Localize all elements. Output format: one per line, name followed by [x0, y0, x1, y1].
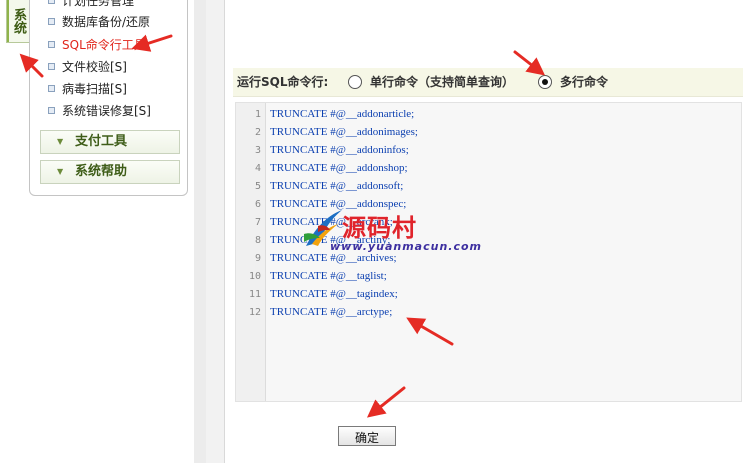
line-number: 1 — [254, 109, 261, 120]
confirm-button[interactable]: 确定 — [338, 426, 396, 446]
group-payment-tools[interactable]: ▼ 支付工具 — [40, 130, 180, 154]
triangle-down-icon: ▼ — [57, 137, 64, 146]
watermark-logo: 源码村 www.yuanmacun.com — [300, 206, 481, 256]
group-system-help[interactable]: ▼ 系统帮助 — [40, 160, 180, 184]
bullet-icon — [48, 41, 55, 48]
code-line: TRUNCATE #@__addonshop; — [270, 162, 408, 174]
bullet-icon — [48, 18, 55, 25]
line-number: 11 — [248, 289, 261, 300]
sidebar-menu: 计划任务管理 数据库备份/还原 SQL命令行工具 文件校验[S] 病毒扫描[S]… — [29, 0, 188, 196]
line-number: 8 — [254, 235, 261, 246]
sidebar-tab-label: 系统 — [11, 8, 26, 34]
bullet-icon — [48, 63, 55, 70]
bullet-icon — [48, 107, 55, 114]
code-line: TRUNCATE #@__addoninfos; — [270, 144, 409, 156]
menu-item-sql-tool[interactable]: SQL命令行工具 — [48, 36, 146, 54]
watermark-title: 源码村 — [342, 213, 417, 242]
menu-item-file-check[interactable]: 文件校验[S] — [48, 58, 127, 76]
run-mode-label: 运行SQL命令行: — [237, 75, 329, 89]
menu-item-virus-scan[interactable]: 病毒扫描[S] — [48, 80, 127, 98]
sidebar-tab-system[interactable]: 系统 — [6, 0, 29, 43]
line-number: 3 — [254, 145, 261, 156]
line-number-gutter: 1 2 3 4 5 6 7 8 9 10 11 12 — [236, 103, 266, 401]
line-number: 9 — [254, 253, 261, 264]
line-number: 2 — [254, 127, 261, 138]
menu-item-db-backup[interactable]: 数据库备份/还原 — [48, 13, 150, 31]
frame-divider-inner — [194, 0, 206, 463]
run-mode-row: 运行SQL命令行: 单行命令（支持简单查询） 多行命令 — [233, 68, 743, 97]
radio-multi-line[interactable] — [538, 75, 552, 89]
bullet-icon — [48, 85, 55, 92]
line-number: 12 — [248, 307, 261, 318]
menu-item-scheduled-tasks[interactable]: 计划任务管理 — [48, 0, 134, 10]
code-line: TRUNCATE #@__addonsoft; — [270, 180, 404, 192]
code-line: TRUNCATE #@__arctype; — [270, 306, 393, 318]
radio-single-line[interactable] — [348, 75, 362, 89]
triangle-down-icon: ▼ — [57, 167, 64, 176]
line-number: 6 — [254, 199, 261, 210]
watermark-url: www.yuanmacun.com — [330, 240, 483, 253]
radio-single-line-label: 单行命令（支持简单查询） — [370, 75, 515, 89]
bullet-icon — [48, 0, 55, 4]
code-line: TRUNCATE #@__taglist; — [270, 270, 387, 282]
line-number: 5 — [254, 181, 261, 192]
menu-item-error-repair[interactable]: 系统错误修复[S] — [48, 102, 151, 120]
code-line: TRUNCATE #@__addonimages; — [270, 126, 418, 138]
line-number: 10 — [248, 271, 261, 282]
radio-multi-line-label: 多行命令 — [560, 75, 609, 89]
code-line: TRUNCATE #@__tagindex; — [270, 288, 398, 300]
line-number: 7 — [254, 217, 261, 228]
line-number: 4 — [254, 163, 261, 174]
code-line: TRUNCATE #@__addonarticle; — [270, 108, 415, 120]
